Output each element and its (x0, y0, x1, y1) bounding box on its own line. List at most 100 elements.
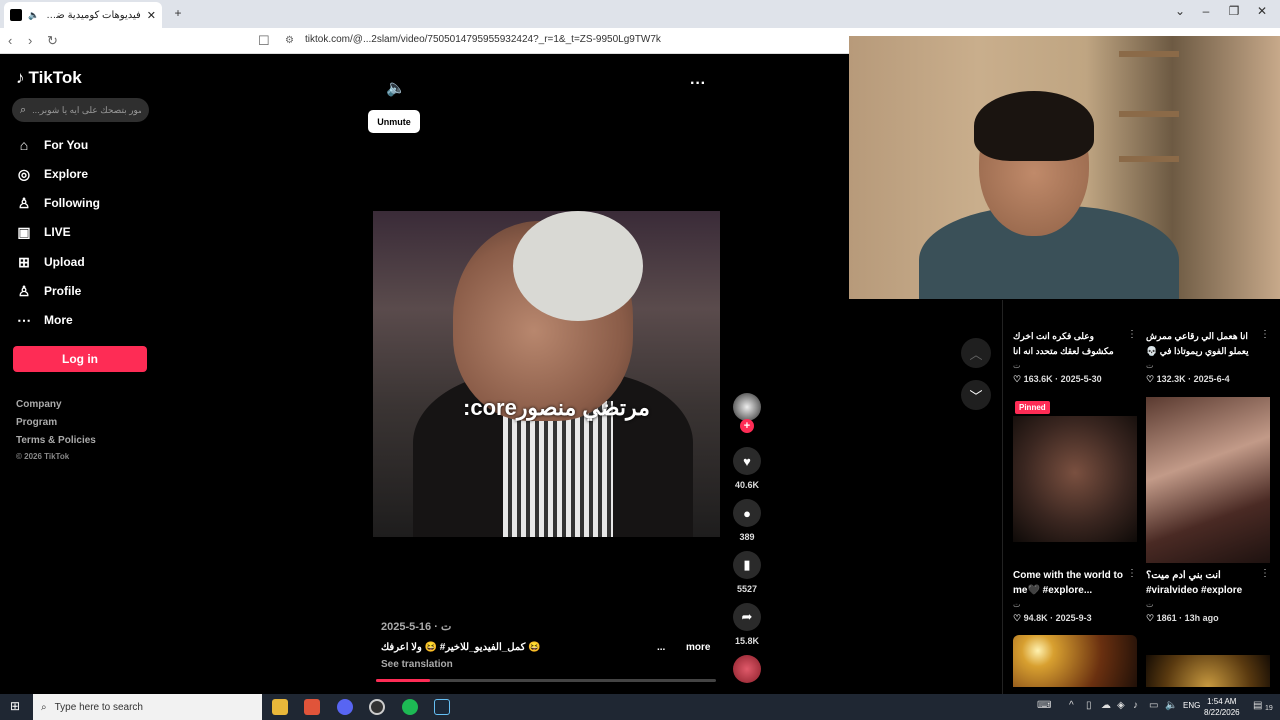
footer-program-link[interactable]: Program (16, 417, 57, 428)
notification-icon[interactable]: ▤ (1253, 700, 1262, 711)
taskbar-clock[interactable]: 1:54 AM 8/22/2026 (1204, 696, 1240, 718)
speaker-icon[interactable]: 🔈 (28, 10, 39, 21)
video-progress-bar[interactable] (376, 679, 716, 682)
footer-terms-link[interactable]: Terms & Policies (16, 435, 96, 446)
video-frame-shirt (503, 401, 613, 537)
card-menu-icon[interactable]: ⋮ (1127, 329, 1137, 340)
clock-date: 8/22/2026 (1204, 708, 1240, 717)
search-icon: ⌕ (20, 103, 27, 116)
follow-plus-icon[interactable]: + (740, 419, 754, 433)
forward-icon[interactable]: › (28, 33, 32, 48)
following-icon: ♙ (17, 194, 31, 211)
back-icon[interactable]: ‹ (8, 33, 12, 48)
video-thumbnail[interactable] (1146, 655, 1270, 687)
video-thumbnail[interactable] (1013, 416, 1137, 542)
more-options-icon[interactable]: ··· (690, 75, 706, 93)
tray-app-icon[interactable]: ▯ (1086, 700, 1092, 711)
tab-title: فيديوهات كوميدية ضاحكة مع (45, 9, 141, 21)
video-card-stat: ♡ 132.3K · 2025-6-4 (1146, 374, 1230, 384)
tiktok-logo[interactable]: ♪ TikTok (16, 68, 82, 88)
sidebar-item-for-you[interactable]: ⌂ For You (16, 135, 88, 155)
footer-copyright: © 2026 TikTok (16, 452, 70, 461)
video-description: 😆 كمل_الفيديو_للاخير# 😆 ولا اعرفك (381, 642, 541, 653)
browser-tab[interactable]: 🔈 فيديوهات كوميدية ضاحكة مع ✕ (4, 2, 162, 28)
video-card-stat: ♡ 94.8K · 2025-9-3 (1013, 613, 1092, 623)
next-video-chevron-down-icon[interactable]: ﹀ (961, 380, 991, 410)
video-card[interactable]: انت بني ادم ميت؟ #viralvideo #explore #ا… (1146, 568, 1270, 624)
progress-fill (376, 679, 431, 682)
card-menu-icon[interactable]: ⋮ (1260, 568, 1270, 579)
clock-time: 1:54 AM (1207, 697, 1237, 706)
creator-avatar[interactable] (733, 393, 761, 421)
divider (1002, 300, 1003, 694)
video-thumbnail[interactable] (1146, 397, 1270, 563)
close-tab-icon[interactable]: ✕ (147, 9, 156, 22)
card-menu-icon[interactable]: ⋮ (1260, 329, 1270, 340)
tray-app-icon[interactable]: ☁ (1101, 700, 1111, 711)
taskbar-search-placeholder: Type here to search (54, 701, 143, 713)
like-button[interactable]: ♥ 40.6K (733, 447, 761, 490)
reload-icon[interactable]: ↻ (47, 33, 58, 49)
share-button[interactable]: ➦ 15.8K (733, 603, 761, 646)
close-window-button[interactable]: ✕ (1252, 4, 1272, 18)
more-icon: ⋯ (17, 311, 31, 328)
sidebar-item-profile[interactable]: ♙ Profile (16, 281, 82, 301)
microphone-icon[interactable]: ♪ (1133, 700, 1138, 711)
live-icon: ▣ (17, 223, 31, 240)
site-info-icon[interactable]: ⚙ (285, 35, 294, 46)
sound-disc-icon[interactable] (733, 655, 761, 683)
search-input[interactable]: ⌕ ...صور بتصحك على ايه يا شوبر (12, 98, 149, 122)
login-button[interactable]: Log in (13, 346, 147, 372)
file-explorer-icon[interactable] (272, 699, 288, 715)
windows-start-icon[interactable]: ⊞ (10, 699, 20, 713)
discord-icon[interactable] (337, 699, 353, 715)
video-player[interactable]: مرتضي منصورcore: (373, 211, 720, 537)
profile-icon: ♙ (17, 282, 31, 299)
card-menu-icon[interactable]: ⋮ (1127, 568, 1137, 579)
search-icon: ⌕ (41, 701, 47, 713)
bookmark-icon[interactable]: ☐ (258, 33, 270, 49)
sidebar-item-explore[interactable]: ◎ Explore (16, 164, 88, 184)
comment-button[interactable]: ● 389 (733, 499, 761, 542)
video-card[interactable]: انا هعمل الي رقاعي ممرش يعملو الفوي ريمو… (1146, 329, 1270, 385)
home-icon: ⌂ (19, 137, 29, 153)
url-field[interactable]: tiktok.com/@...2slam/video/7505014795955… (305, 34, 661, 45)
tab-list-chevron-icon[interactable]: ⌄ (1170, 4, 1190, 18)
obs-icon[interactable] (369, 699, 385, 715)
tray-chevron-up-icon[interactable]: ^ (1069, 700, 1074, 711)
sidebar-item-upload[interactable]: ⊞ Upload (16, 252, 85, 272)
brave-browser-icon[interactable] (304, 699, 320, 715)
sidebar-item-following[interactable]: ♙ Following (16, 193, 100, 213)
tray-app-icon[interactable]: ◈ (1117, 700, 1125, 711)
sidebar-item-more[interactable]: ⋯ More (16, 310, 73, 330)
save-count: 5527 (736, 584, 758, 594)
steam-icon[interactable] (434, 699, 450, 715)
volume-icon[interactable]: 🔈 (1165, 700, 1177, 711)
video-card[interactable]: وعلى فكره انت اخرك مكشوف لعقك متحدد انه … (1013, 329, 1137, 385)
spotify-icon[interactable] (402, 699, 418, 715)
shelf (1119, 156, 1179, 162)
minimize-button[interactable]: – (1196, 4, 1216, 18)
footer-company-link[interactable]: Company (16, 399, 62, 410)
video-date: 2025-5-16 · ت (381, 621, 452, 633)
maximize-button[interactable]: ❐ (1224, 4, 1244, 18)
taskbar-search-input[interactable]: ⌕ Type here to search (33, 694, 262, 720)
video-thumbnail[interactable] (1013, 635, 1137, 687)
network-icon[interactable]: ▭ (1149, 700, 1158, 711)
more-button[interactable]: more (686, 642, 710, 653)
keyboard-icon[interactable]: ⌨ (1037, 700, 1051, 711)
sidebar-item-live[interactable]: ▣ LIVE (16, 222, 70, 242)
see-translation-link[interactable]: See translation (381, 659, 453, 670)
previous-video-chevron-up-icon[interactable]: ︿ (961, 338, 991, 368)
save-button[interactable]: ▮ 5527 (733, 551, 761, 594)
sound-icon[interactable]: 🔈 (386, 78, 406, 98)
sidebar-item-label: Upload (44, 255, 85, 269)
new-tab-button[interactable]: + (168, 6, 188, 20)
bookmark-icon: ▮ (733, 551, 761, 579)
video-card[interactable]: Come with the world to me🖤 #explore... ⋮… (1013, 568, 1137, 624)
sidebar: ♪ TikTok ⌕ ...صور بتصحك على ايه يا شوبر … (0, 54, 168, 694)
sidebar-item-label: More (44, 313, 73, 327)
compass-icon: ◎ (17, 165, 31, 182)
language-indicator[interactable]: ENG (1183, 701, 1200, 710)
video-card-stat: ♡ 163.6K · 2025-5-30 (1013, 374, 1102, 384)
